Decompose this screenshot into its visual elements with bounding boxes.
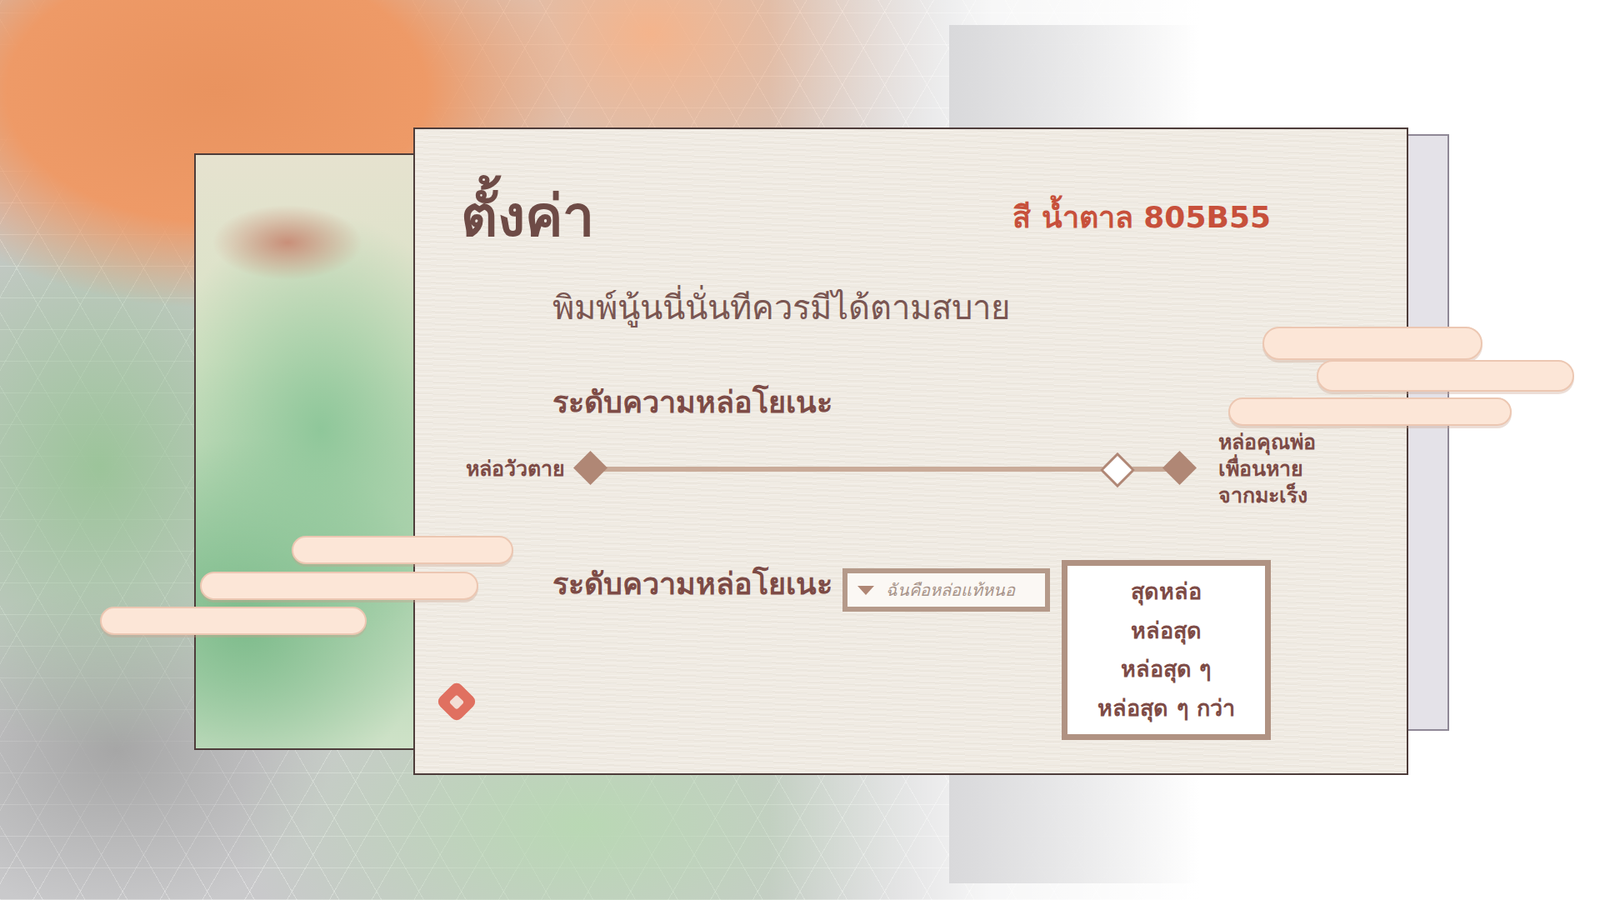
slider-max-line: จากมะเร็ง: [1218, 482, 1316, 510]
caret-icon: [857, 585, 875, 595]
dropdown-option[interactable]: หล่อสุด ๆ กว่า: [1097, 690, 1235, 727]
diamond-icon: [435, 680, 479, 724]
cloud: [1316, 360, 1575, 392]
cloud: [100, 606, 367, 635]
dropdown[interactable]: ฉันคือหล่อแท้หนอ: [842, 568, 1050, 612]
color-label: สี น้ำตาล 805B55: [1012, 193, 1271, 241]
dropdown-option[interactable]: หล่อสุด ๆ: [1120, 650, 1212, 688]
settings-card: ตั้งค่า สี น้ำตาล 805B55 พิมพ์นู้นนี่นั่นท…: [194, 127, 1450, 775]
slider-track[interactable]: [590, 452, 1180, 486]
dropdown-menu: สุดหล่อหล่อสุดหล่อสุด ๆหล่อสุด ๆ กว่า: [1061, 560, 1271, 740]
slider-handle[interactable]: [1100, 452, 1135, 488]
slider-end-icon: [1162, 450, 1197, 485]
slider-line: [598, 466, 1172, 472]
slider-label: ระดับความหล่อโยเนะ: [552, 382, 1271, 423]
subtitle: พิมพ์นู้นนี่นั่นทีควรมีได้ตามสบาย: [552, 284, 1271, 331]
slider-max-line: หล่อคุณพ่อ: [1218, 429, 1316, 456]
dropdown-option[interactable]: สุดหล่อ: [1130, 573, 1202, 610]
cloud: [1228, 397, 1512, 426]
dropdown-row: ระดับความหล่อโยเนะ ฉันคือหล่อแท้หนอ สุดหล่…: [460, 564, 1271, 740]
dropdown-placeholder: ฉันคือหล่อแท้หนอ: [885, 576, 1015, 604]
dropdown-label: ระดับความหล่อโยเนะ: [552, 564, 833, 605]
art-panel: [194, 153, 414, 750]
settings-screen: ตั้งค่า สี น้ำตาล 805B55 พิมพ์นู้นนี่นั่นท…: [0, 0, 1600, 900]
slider-row: หล่อวัวตายหล่อคุณพ่อเพื่อนหายจากมะเร็ง: [465, 423, 1271, 515]
title-row: ตั้งค่า สี น้ำตาล 805B55: [460, 179, 1271, 255]
settings-title: ตั้งค่า: [460, 182, 595, 251]
slider-max-label: หล่อคุณพ่อเพื่อนหายจากมะเร็ง: [1218, 429, 1316, 510]
cloud: [1262, 326, 1483, 360]
settings-paper: ตั้งค่า สี น้ำตาล 805B55 พิมพ์นู้นนี่นั่นท…: [413, 127, 1409, 775]
slider-start-icon: [573, 450, 608, 485]
cloud: [200, 571, 479, 600]
slider-max-line: เพื่อนหาย: [1218, 455, 1316, 483]
dropdown-option[interactable]: หล่อสุด: [1130, 612, 1202, 650]
cloud: [291, 535, 514, 565]
back-sheet: [1408, 134, 1450, 731]
slider-min-label: หล่อวัวตาย: [465, 455, 565, 483]
